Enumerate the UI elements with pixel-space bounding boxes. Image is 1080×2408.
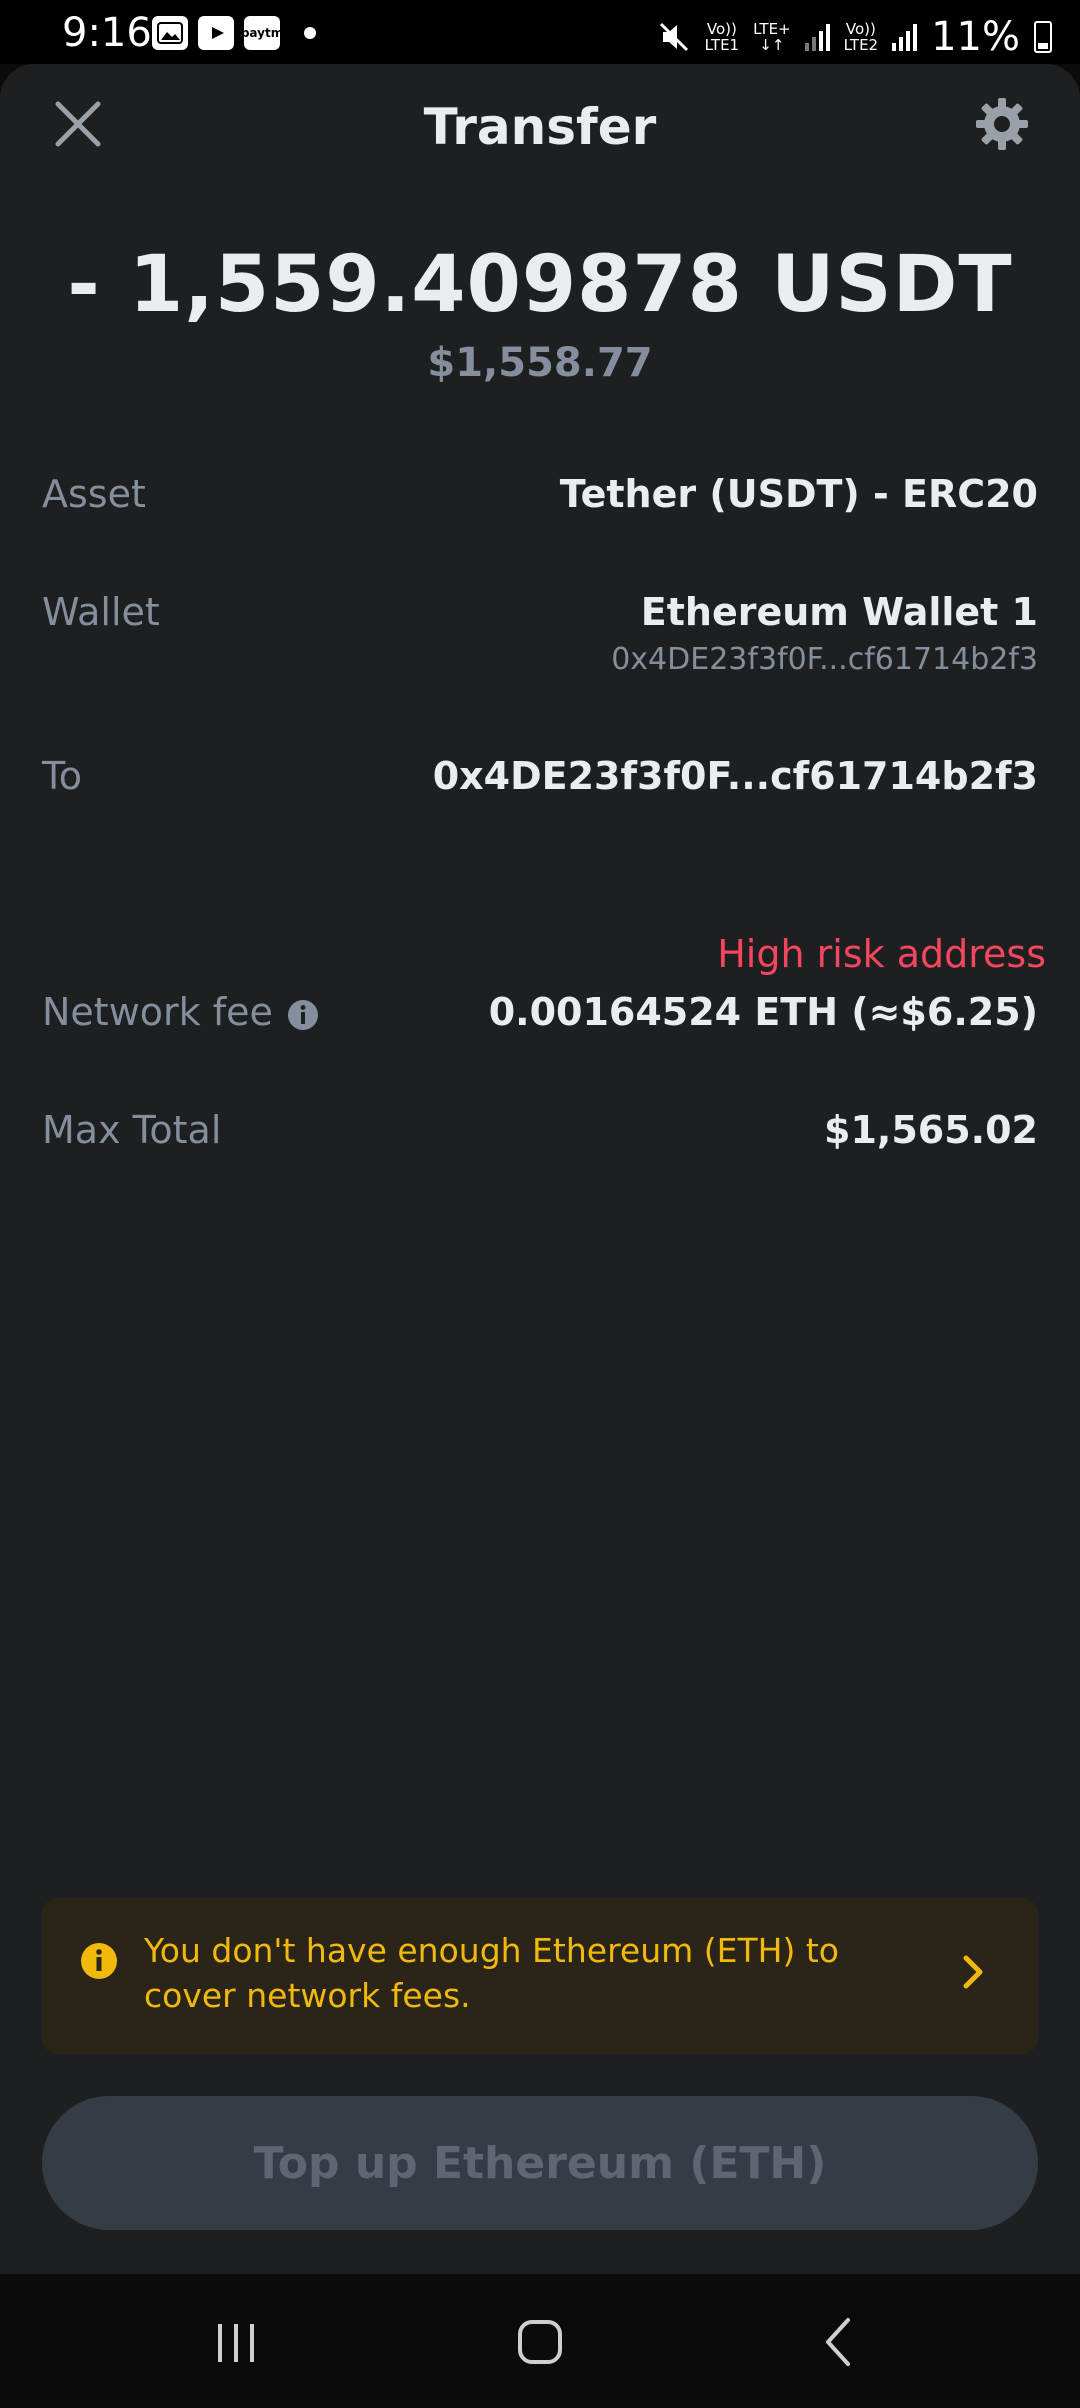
high-risk-warning: High risk address [717, 932, 1046, 976]
system-nav-bar [0, 2274, 1080, 2408]
youtube-icon [198, 16, 234, 50]
transfer-amount-fiat: $1,558.77 [427, 340, 653, 386]
to-address: 0x4DE23f3f0F...cf61714b2f3 [432, 754, 1038, 798]
signal-2-icon [892, 23, 918, 51]
mute-icon [659, 22, 688, 52]
wallet-address: 0x4DE23f3f0F...cf61714b2f3 [611, 642, 1038, 677]
header: Transfer [0, 64, 1080, 192]
network-fee-label: Network fee [42, 990, 319, 1034]
max-total-value: $1,565.02 [824, 1108, 1038, 1152]
warning-text: You don't have enough Ethereum (ETH) to … [144, 1931, 839, 2015]
warning-info-icon [81, 1943, 117, 1979]
sim1-indicator: Vo)) LTE1 [704, 20, 740, 54]
wallet-name: Ethereum Wallet 1 [640, 590, 1038, 634]
network-fee-value: 0.00164524 ETH (≈$6.25) [488, 990, 1038, 1034]
wallet-label: Wallet [42, 590, 160, 634]
home-icon[interactable] [510, 2312, 570, 2372]
notification-dot-icon [304, 27, 316, 39]
battery-percent: 11% [931, 14, 1020, 60]
status-bar: 9:16 paytm Vo)) LTE1 LTE+ ↓↑ Vo)) LTE2 1… [0, 0, 1080, 64]
asset-label: Asset [42, 472, 146, 516]
to-label: To [42, 754, 83, 798]
status-time: 9:16 [62, 10, 152, 56]
top-up-eth-button[interactable]: Top up Ethereum (ETH) [42, 2096, 1038, 2230]
status-app-icons: paytm [152, 16, 316, 50]
gear-icon[interactable] [972, 94, 1032, 154]
max-total-label: Max Total [42, 1108, 222, 1152]
insufficient-eth-banner[interactable]: You don't have enough Ethereum (ETH) to … [42, 1898, 1038, 2054]
transfer-amount: - 1,559.409878 USDT [67, 240, 1013, 330]
sim2-indicator: Vo)) LTE2 [843, 20, 879, 54]
transfer-sheet: Transfer - 1,559.409878 USDT $1,558.77 A… [0, 64, 1080, 2274]
recent-apps-icon[interactable] [206, 2312, 266, 2372]
page-title: Transfer [423, 98, 657, 156]
signal-1-icon [804, 23, 830, 51]
asset-value: Tether (USDT) - ERC20 [559, 472, 1038, 516]
status-indicators: Vo)) LTE1 LTE+ ↓↑ Vo)) LTE2 11% [657, 14, 1052, 60]
lte-indicator: LTE+ ↓↑ [753, 20, 791, 54]
chevron-right-icon [963, 1955, 983, 1989]
battery-icon [1034, 21, 1052, 53]
paytm-icon: paytm [241, 16, 283, 50]
back-icon[interactable] [810, 2312, 870, 2372]
info-icon[interactable] [287, 999, 319, 1031]
gallery-icon [152, 16, 188, 50]
